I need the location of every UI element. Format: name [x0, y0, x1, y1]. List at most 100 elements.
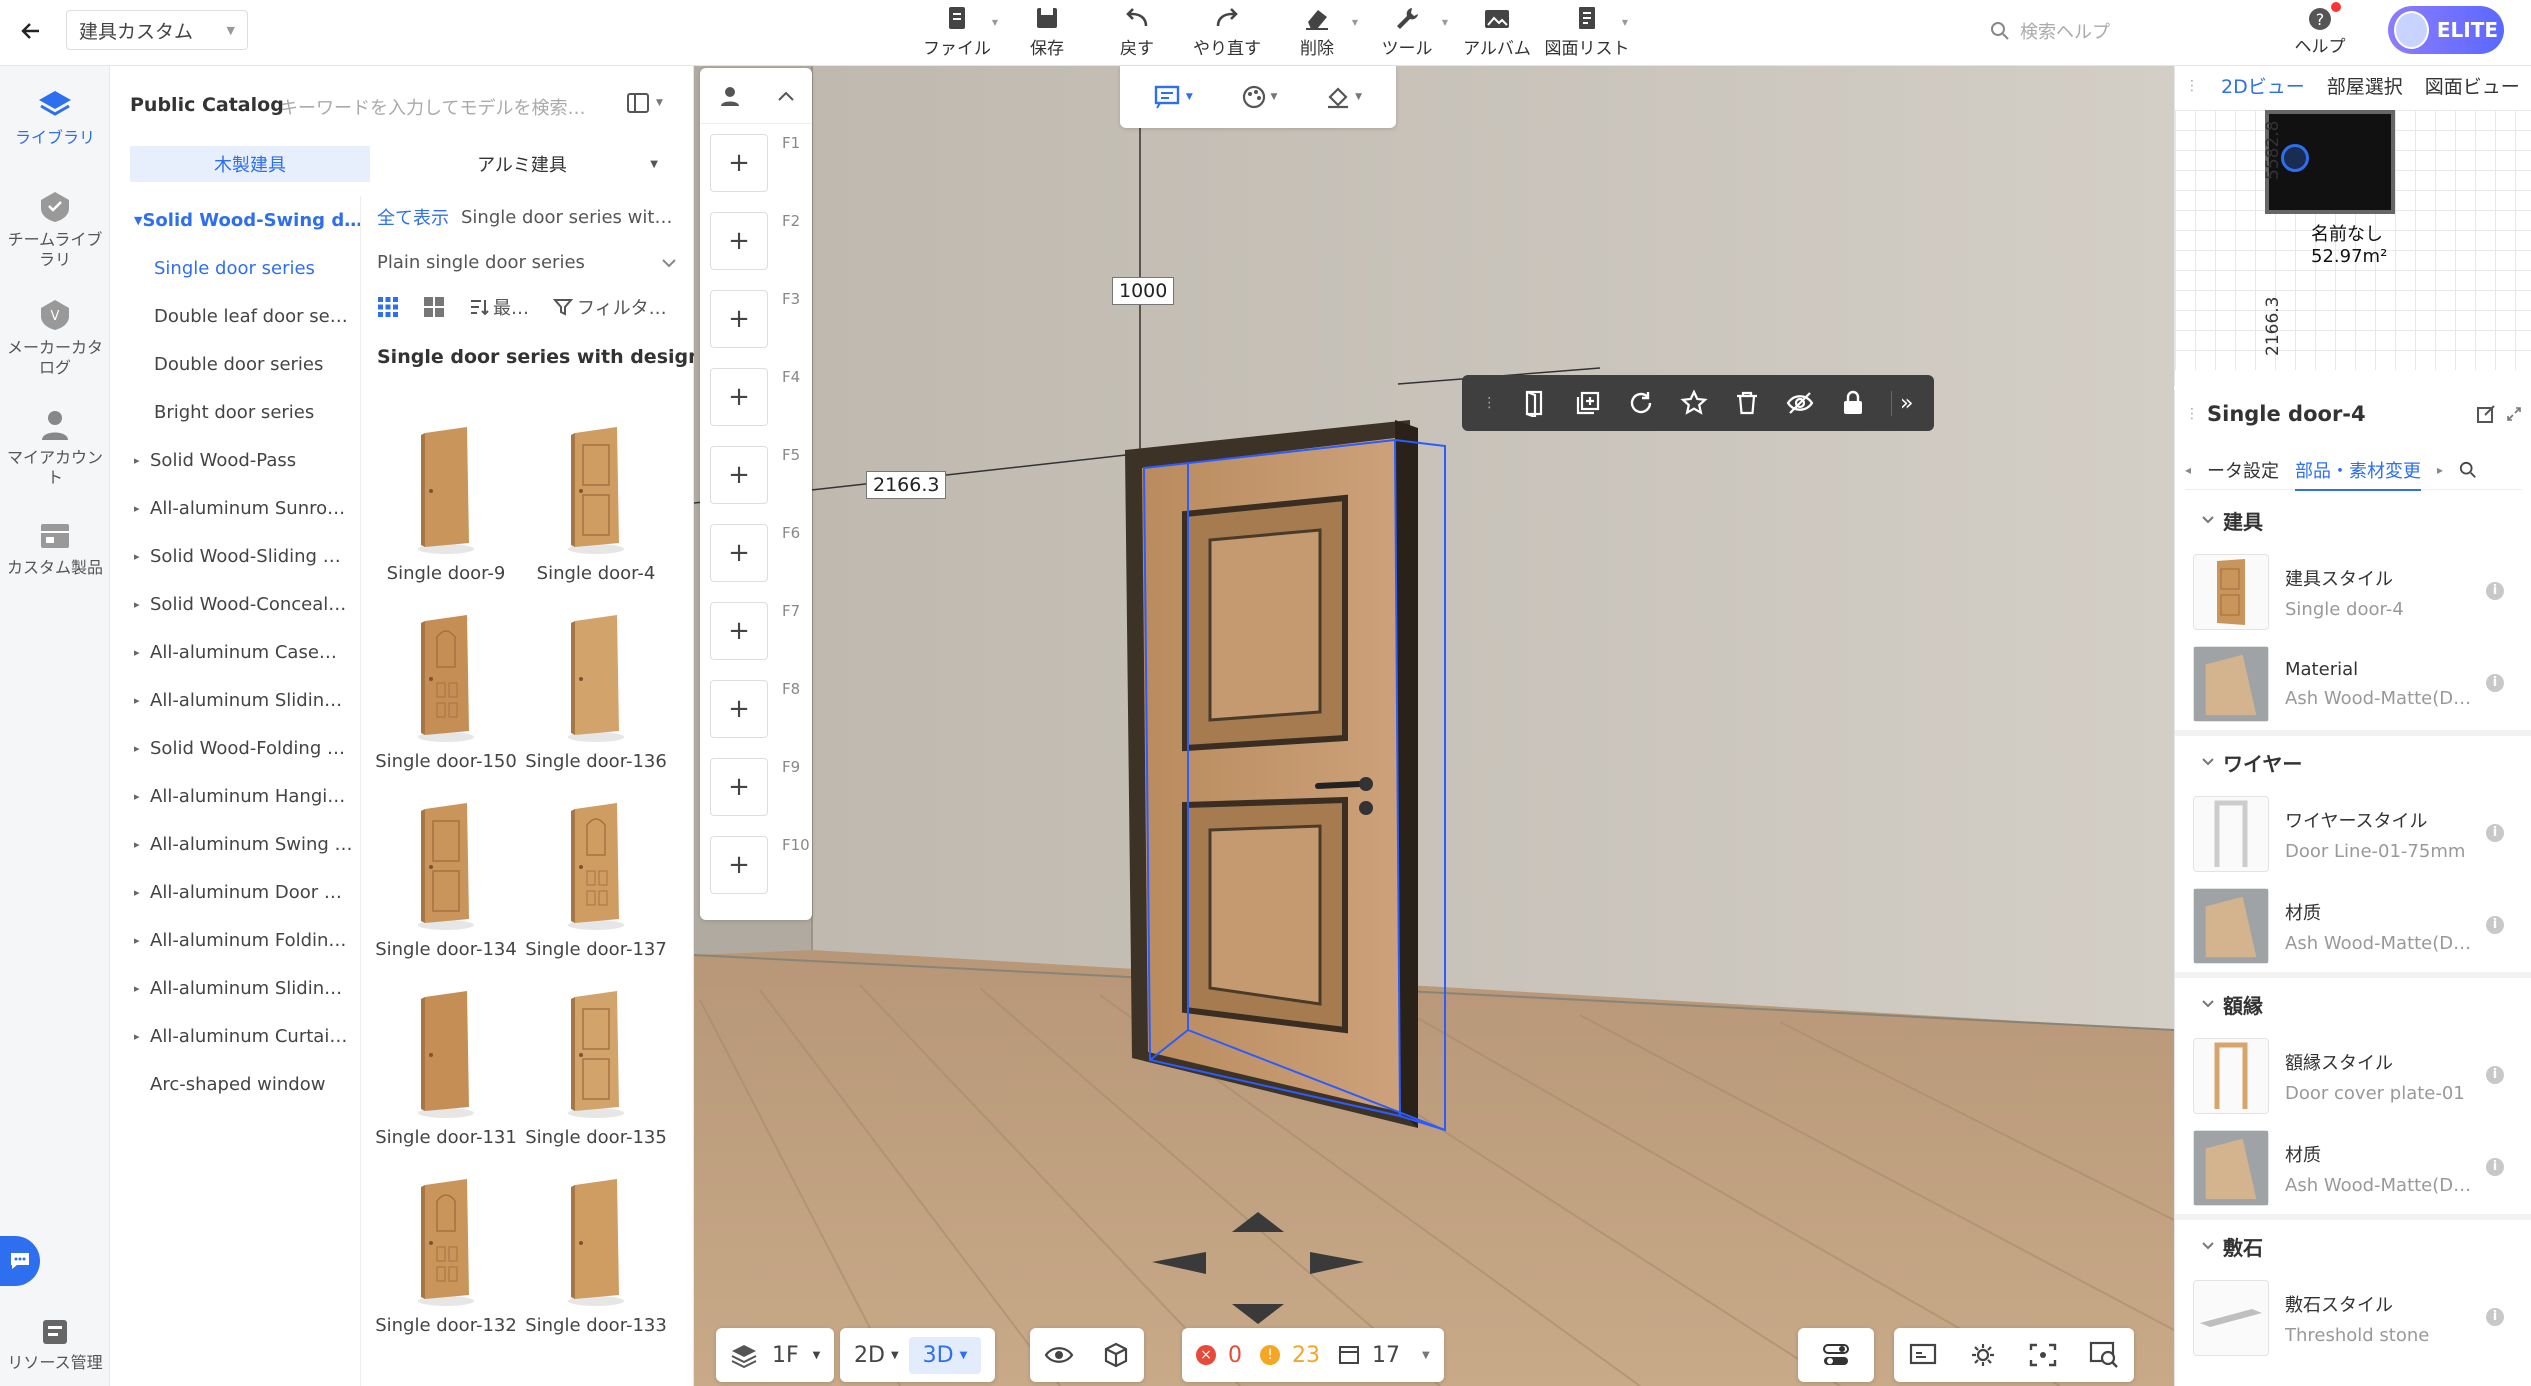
info-icon[interactable]: i	[2486, 1308, 2504, 1326]
add-floor-button[interactable]: +	[710, 680, 768, 738]
tree-item[interactable]: ▸ Solid Wood-Pass	[110, 436, 360, 484]
help-button[interactable]: ? ヘルプ	[2280, 0, 2360, 62]
tree-item[interactable]: Single door series	[110, 244, 360, 292]
info-icon[interactable]: i	[2486, 1158, 2504, 1176]
toolbar-undo-button[interactable]: 戻す	[1092, 0, 1182, 62]
info-icon[interactable]: i	[2486, 916, 2504, 934]
expand-more-icon[interactable]: »	[1891, 390, 1914, 416]
minimap-canvas[interactable]: 5582.8 名前なし 52.97m² 2166.3	[2175, 110, 2531, 370]
arrow-left-nav-icon[interactable]	[1152, 1252, 1206, 1274]
rail-item-account[interactable]: マイアカウント	[0, 406, 110, 488]
tree-item[interactable]: ▸ All-aluminum Door …	[110, 868, 360, 916]
model-card[interactable]: Single door-4	[521, 396, 671, 584]
small-grid-icon[interactable]	[377, 296, 399, 318]
drag-handle[interactable]: ⋮	[2185, 406, 2199, 422]
info-icon[interactable]: i	[2486, 674, 2504, 692]
prop-item[interactable]: 材质 Ash Wood-Matte(Def… i	[2175, 1122, 2531, 1214]
rail-item-custom-products[interactable]: カスタム製品	[0, 516, 110, 578]
section-header[interactable]: 額縁	[2175, 978, 2531, 1030]
show-all-link[interactable]: 全て表示	[377, 204, 449, 230]
rail-item-library[interactable]: ライブラリ	[0, 86, 110, 148]
sort-button[interactable]: 最…	[469, 294, 529, 320]
tree-item[interactable]: ▸ All-aluminum Sunro…	[110, 484, 360, 532]
rotate-icon[interactable]	[1627, 389, 1655, 417]
focus-icon[interactable]	[2028, 1341, 2058, 1369]
section-header[interactable]: 敷石	[2175, 1220, 2531, 1272]
model-card[interactable]: Single door-132	[371, 1148, 521, 1336]
dimension-left[interactable]: 2166.3	[866, 471, 947, 499]
tree-item[interactable]: ▸ All-aluminum Slidin…	[110, 676, 360, 724]
dimension-top[interactable]: 1000	[1112, 277, 1175, 305]
tree-item[interactable]: ▸ Solid Wood-Conceal…	[110, 580, 360, 628]
tab-aluminum[interactable]: アルミ建具 ▼	[370, 146, 674, 182]
toolbar-eraser-button[interactable]: 削除 ▼	[1272, 0, 1362, 62]
expand-icon[interactable]	[2506, 406, 2522, 422]
catalog-search-input[interactable]: キーワードを入力してモデルを検索…	[280, 94, 585, 120]
trash-icon[interactable]	[1733, 389, 1761, 417]
tree-item[interactable]: ▸ All-aluminum Slidin…	[110, 964, 360, 1012]
issues-bar[interactable]: × 0 ! 23 17 ▼	[1182, 1328, 1444, 1382]
mode-2d-button[interactable]: 2D ▼	[854, 1343, 899, 1368]
search-icon[interactable]	[2459, 461, 2477, 479]
lock-icon[interactable]	[1840, 389, 1866, 417]
prop-item[interactable]: 建具スタイル Single door-4 i	[2175, 546, 2531, 638]
tab-2d-view[interactable]: 2Dビュー	[2221, 72, 2305, 99]
toolbar-drawing-list-button[interactable]: 図面リスト ▼	[1542, 0, 1632, 62]
tab-parameter-settings[interactable]: ータ設定	[2207, 457, 2279, 483]
resource-management[interactable]: リソース管理	[0, 1310, 110, 1380]
arrow-right-nav-icon[interactable]	[1310, 1252, 1364, 1274]
add-floor-button[interactable]: +	[710, 446, 768, 504]
star-icon[interactable]	[1680, 389, 1708, 417]
render-style-tool[interactable]: ▼	[1241, 84, 1277, 110]
prop-item[interactable]: ワイヤースタイル Door Line-01-75mm i	[2175, 788, 2531, 880]
toolbar-redo-button[interactable]: やり直す	[1182, 0, 1272, 62]
info-icon[interactable]: i	[2486, 1066, 2504, 1084]
tree-item[interactable]: ▸ All-aluminum Swing …	[110, 820, 360, 868]
add-floor-button[interactable]: +	[710, 836, 768, 894]
rail-item-maker-catalog[interactable]: V メーカーカタログ	[0, 296, 110, 378]
tab-drawing-view[interactable]: 図面ビュー	[2425, 72, 2520, 99]
prop-item[interactable]: 材质 Ash Wood-Matte(Def… i	[2175, 880, 2531, 972]
tree-item[interactable]: ▸ All-aluminum Case…	[110, 628, 360, 676]
annotation-tool[interactable]: ▼	[1154, 84, 1193, 110]
settings-toggle[interactable]	[1798, 1328, 1874, 1382]
model-card[interactable]: Single door-9	[371, 396, 521, 584]
large-grid-icon[interactable]	[423, 296, 445, 318]
subcategory-select[interactable]: Plain single door series	[377, 252, 677, 273]
cube-icon[interactable]	[1102, 1341, 1130, 1369]
prop-item[interactable]: 敷石スタイル Threshold stone i	[2175, 1272, 2531, 1364]
model-card[interactable]: Single door-137	[521, 772, 671, 960]
prop-item[interactable]: Material Ash Wood-Matte(Def… i	[2175, 638, 2531, 730]
filter-button[interactable]: フィルタ…	[553, 294, 667, 320]
tree-item[interactable]: ▼ Solid Wood-Swing d…	[110, 196, 360, 244]
add-floor-button[interactable]: +	[710, 134, 768, 192]
info-icon[interactable]: i	[2486, 582, 2504, 600]
add-floor-button[interactable]: +	[710, 758, 768, 816]
rail-item-team-library[interactable]: チームライブラリ	[0, 188, 110, 270]
arrow-up-icon[interactable]	[1232, 1212, 1284, 1232]
3d-viewport[interactable]	[694, 66, 2174, 1386]
drag-handle[interactable]: ⋮	[2185, 78, 2199, 94]
mode-3d-button[interactable]: 3D ▼	[908, 1336, 982, 1374]
toolbar-wrench-button[interactable]: ツール ▼	[1362, 0, 1452, 62]
door-replace-icon[interactable]	[1521, 389, 1549, 417]
prop-item[interactable]: 額縁スタイル Door cover plate-01 i	[2175, 1030, 2531, 1122]
chevron-right-icon[interactable]: ▸	[2437, 463, 2443, 477]
toolbar-file-button[interactable]: ファイル ▼	[912, 0, 1002, 62]
model-card[interactable]: Single door-150	[371, 584, 521, 772]
tree-item[interactable]: Bright door series	[110, 388, 360, 436]
search-help[interactable]: 検索ヘルプ	[1990, 14, 2230, 48]
eye-icon[interactable]	[1044, 1344, 1074, 1366]
add-floor-button[interactable]: +	[710, 290, 768, 348]
person-icon[interactable]	[718, 85, 742, 107]
duplicate-icon[interactable]	[1574, 389, 1602, 417]
tab-parts-material[interactable]: 部品・素材変更	[2295, 457, 2422, 491]
floor-selector[interactable]: 1F ▼	[716, 1328, 835, 1382]
hide-icon[interactable]	[1785, 389, 1815, 417]
screen-settings-icon[interactable]	[1908, 1341, 1938, 1369]
tree-item[interactable]: ▸ All-aluminum Foldin…	[110, 916, 360, 964]
tree-item[interactable]: ▸ Solid Wood-Folding …	[110, 724, 360, 772]
project-name-dropdown[interactable]: 建具カスタム ▼	[66, 10, 248, 50]
arrow-down-icon[interactable]	[1232, 1304, 1284, 1324]
add-floor-button[interactable]: +	[710, 524, 768, 582]
